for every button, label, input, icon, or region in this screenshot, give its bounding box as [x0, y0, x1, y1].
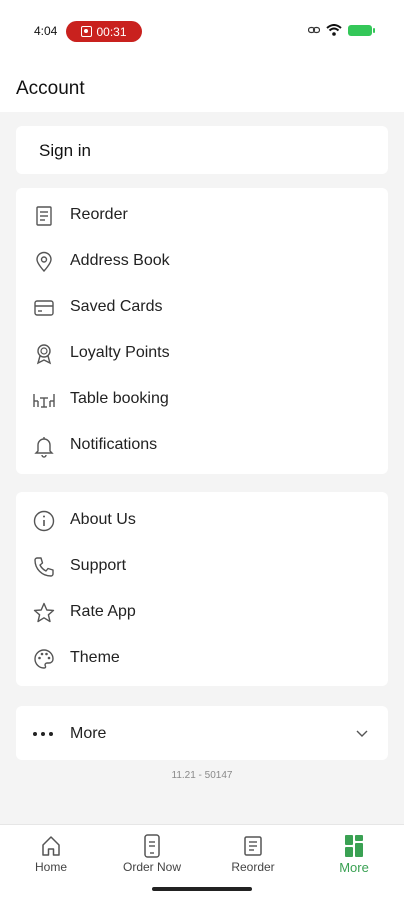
- receipt-icon: [244, 836, 262, 856]
- record-icon: [81, 26, 93, 37]
- menu-item-loyalty-points[interactable]: Loyalty Points: [16, 331, 388, 377]
- menu-item-about-us[interactable]: About Us: [16, 498, 388, 544]
- tab-label: Reorder: [231, 860, 275, 874]
- page-header: Account: [0, 62, 404, 112]
- menu-item-label: Loyalty Points: [70, 344, 170, 361]
- tab-home[interactable]: Home: [1, 833, 101, 874]
- home-icon: [42, 836, 60, 856]
- menu-item-address-book[interactable]: Address Book: [16, 239, 388, 285]
- status-indicators: [308, 24, 375, 36]
- location-pin-icon: [36, 251, 52, 273]
- menu-item-table-booking[interactable]: Table booking: [16, 377, 388, 423]
- menu-item-label: About Us: [70, 511, 136, 528]
- menu-item-label: Saved Cards: [70, 298, 163, 315]
- wifi-icon: [326, 24, 342, 36]
- tab-label: More: [339, 860, 369, 875]
- menu-item-theme[interactable]: Theme: [16, 636, 388, 682]
- menu-item-saved-cards[interactable]: Saved Cards: [16, 285, 388, 331]
- info-menu: About Us Support Rate App Theme: [16, 492, 388, 686]
- app-version: 11.21 - 50147: [171, 770, 233, 781]
- tab-more[interactable]: More: [304, 833, 404, 875]
- more-label: More: [70, 725, 107, 742]
- star-icon: [33, 602, 55, 623]
- menu-item-reorder[interactable]: Reorder: [16, 193, 388, 239]
- menu-item-label: Reorder: [70, 206, 128, 223]
- grid-icon: [345, 835, 363, 857]
- order-phone-icon: [144, 834, 160, 858]
- bottom-tab-bar: Home Order Now Reorder More: [0, 824, 404, 900]
- chevron-down-icon: [356, 730, 368, 737]
- more-expander[interactable]: More: [16, 706, 388, 760]
- more-dots-icon: [33, 732, 53, 736]
- sign-in-label: Sign in: [39, 141, 91, 160]
- bell-icon: [34, 437, 54, 458]
- menu-item-support[interactable]: Support: [16, 544, 388, 590]
- recording-timer: 00:31: [96, 24, 127, 39]
- menu-item-label: Support: [70, 557, 127, 574]
- table-chairs-icon: [33, 394, 55, 408]
- home-indicator[interactable]: [152, 887, 252, 891]
- tab-reorder[interactable]: Reorder: [203, 833, 303, 874]
- menu-item-notifications[interactable]: Notifications: [16, 423, 388, 469]
- page-title: Account: [16, 78, 85, 99]
- menu-item-rate-app[interactable]: Rate App: [16, 590, 388, 636]
- menu-item-label: Table booking: [70, 390, 169, 407]
- tab-label: Order Now: [122, 860, 181, 874]
- account-menu: Reorder Address Book Saved Cards Loyalty…: [16, 188, 388, 474]
- screen-recording-pill[interactable]: 00:31: [66, 21, 142, 42]
- status-bar: 4:04 00:31: [0, 0, 404, 62]
- link-icon: [308, 26, 320, 34]
- palette-icon: [34, 649, 54, 669]
- status-time: 4:04: [34, 24, 58, 38]
- menu-item-label: Theme: [70, 649, 120, 666]
- menu-item-label: Address Book: [70, 252, 170, 269]
- tab-label: Home: [34, 860, 67, 874]
- info-icon: [33, 510, 55, 532]
- tab-order-now[interactable]: Order Now: [102, 833, 202, 874]
- sign-in-card[interactable]: Sign in: [16, 126, 388, 174]
- phone-icon: [34, 557, 54, 577]
- menu-item-label: Rate App: [70, 603, 136, 620]
- receipt-icon: [36, 206, 52, 226]
- award-ribbon-icon: [36, 344, 52, 365]
- battery-icon: [348, 24, 375, 36]
- credit-card-icon: [34, 300, 54, 316]
- menu-item-label: Notifications: [70, 436, 158, 453]
